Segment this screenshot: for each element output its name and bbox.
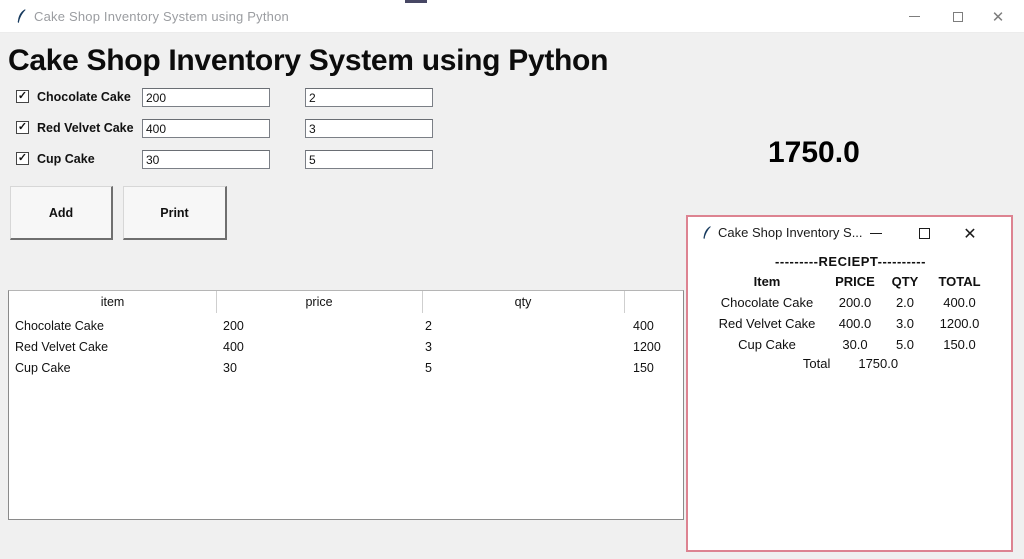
receipt: ---------RECIEPT---------- Item PRICE QT… [708,254,993,377]
column-header-item: item [100,295,125,309]
table-row[interactable]: Cup Cake 30 5 150 [9,357,683,378]
item-row-chocolate-cake: ✓ Chocolate Cake [0,88,460,108]
minimize-icon [870,233,882,234]
receipt-price: 200.0 [838,295,872,310]
cell-price: 30 [223,361,237,375]
receipt-col-price: PRICE [835,274,875,289]
receipt-table: Item PRICE QTY TOTAL Chocolate Cake 200.… [708,271,993,355]
close-button[interactable]: ✕ [976,0,1020,33]
screenshot-artifact [405,0,427,3]
receipt-item: Red Velvet Cake [718,316,816,331]
receipt-qty: 5.0 [895,337,915,352]
receipt-total-label: Total [802,356,831,371]
cell-item: Cup Cake [15,361,71,375]
minimize-button[interactable] [892,0,936,33]
red-velvet-cake-qty-input[interactable] [305,119,433,138]
receipt-total: 1200.0 [939,316,980,331]
receipt-col-qty: QTY [891,274,919,289]
cell-total: 400 [633,319,654,333]
close-icon: ✕ [991,8,1005,26]
cell-price: 200 [223,319,244,333]
cup-cake-qty-input[interactable] [305,150,433,169]
red-velvet-cake-label: Red Velvet Cake [37,121,134,135]
python-feather-icon [703,226,711,239]
red-velvet-cake-checkbox[interactable]: ✓ [16,121,29,134]
cell-item: Chocolate Cake [15,319,104,333]
close-icon: ✕ [963,225,977,243]
receipt-price: 30.0 [842,337,868,352]
receipt-total-value: 1750.0 [858,356,899,371]
chocolate-cake-qty-input[interactable] [305,88,433,107]
add-button[interactable]: Add [10,186,113,240]
cell-qty: 3 [425,340,432,354]
cell-price: 400 [223,340,244,354]
cell-total: 150 [633,361,654,375]
maximize-button[interactable] [936,0,980,33]
inventory-table: item price qty Chocolate Cake 200 2 400 … [8,290,684,520]
print-button[interactable]: Print [123,186,227,240]
cell-qty: 2 [425,319,432,333]
receipt-item: Chocolate Cake [720,295,814,310]
chocolate-cake-label: Chocolate Cake [37,90,131,104]
python-feather-icon [17,9,26,23]
chocolate-cake-price-input[interactable] [142,88,270,107]
grand-total-label: 1750.0 [768,136,860,169]
receipt-header: ---------RECIEPT---------- [775,254,926,269]
item-row-red-velvet-cake: ✓ Red Velvet Cake [0,119,460,139]
popup-close-button[interactable]: ✕ [950,217,990,250]
check-icon: ✓ [17,121,28,133]
cell-item: Red Velvet Cake [15,340,109,354]
chocolate-cake-checkbox[interactable]: ✓ [16,90,29,103]
page-title: Cake Shop Inventory System using Python [8,44,609,77]
table-row[interactable]: Chocolate Cake 200 2 400 [9,315,683,336]
popup-maximize-button[interactable] [904,217,944,250]
receipt-col-item: Item [753,274,781,289]
column-divider [624,291,625,313]
receipt-row: Chocolate Cake 200.0 2.0 400.0 [708,292,993,313]
cup-cake-checkbox[interactable]: ✓ [16,152,29,165]
check-icon: ✓ [17,152,28,164]
popup-minimize-button[interactable] [856,217,896,250]
column-header-qty: qty [514,295,532,309]
table-row[interactable]: Red Velvet Cake 400 3 1200 [9,336,683,357]
cup-cake-price-input[interactable] [142,150,270,169]
maximize-icon [953,11,963,22]
receipt-total: 400.0 [943,295,976,310]
receipt-price: 400.0 [838,316,872,331]
receipt-popup-window: Cake Shop Inventory S... ✕ ---------RECI… [686,215,1013,552]
column-header-price: price [305,295,333,309]
popup-window-title: Cake Shop Inventory S... [718,225,863,240]
maximize-icon [918,228,930,239]
cell-total: 1200 [633,340,661,354]
popup-titlebar: Cake Shop Inventory S... ✕ [688,217,1011,250]
receipt-row: Cup Cake 30.0 5.0 150.0 [708,334,993,355]
receipt-item: Cup Cake [738,337,796,352]
receipt-total: 150.0 [943,337,976,352]
minimize-icon [908,16,920,17]
app-screen: Cake Shop Inventory System using Python … [0,0,1024,559]
receipt-col-total: TOTAL [938,274,981,289]
cell-qty: 5 [425,361,432,375]
receipt-row: Red Velvet Cake 400.0 3.0 1200.0 [708,313,993,334]
red-velvet-cake-price-input[interactable] [142,119,270,138]
check-icon: ✓ [17,90,28,102]
receipt-header-row: Item PRICE QTY TOTAL [708,271,993,292]
item-row-cup-cake: ✓ Cup Cake [0,150,460,170]
receipt-grand-total-row: Total 1750.0 [708,356,993,377]
receipt-qty: 2.0 [895,295,915,310]
cup-cake-label: Cup Cake [37,152,95,166]
receipt-qty: 3.0 [895,316,915,331]
window-title: Cake Shop Inventory System using Python [34,9,289,24]
main-titlebar: Cake Shop Inventory System using Python … [0,0,1024,33]
